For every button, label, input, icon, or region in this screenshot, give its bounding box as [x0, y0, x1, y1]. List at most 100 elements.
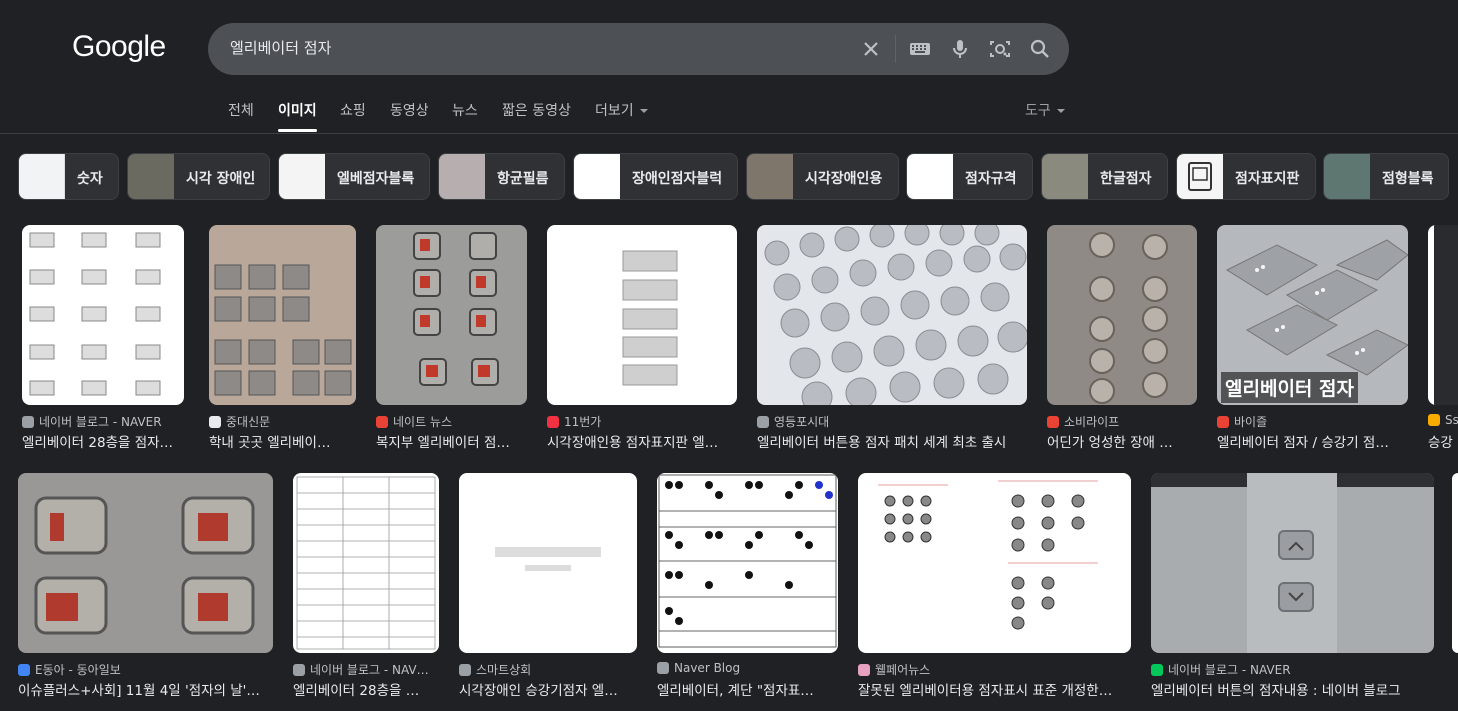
result-title[interactable]: 잘못된 엘리베이터용 점자표시 표준 개정한…: [858, 679, 1131, 699]
image-result[interactable]: 웰페어뉴스 잘못된 엘리베이터용 점자표시 표준 개정한…: [858, 473, 1131, 699]
result-image[interactable]: [376, 225, 527, 405]
result-source[interactable]: 소비라이프: [1047, 413, 1197, 430]
result-image[interactable]: [209, 225, 356, 405]
source-name: 웰페어뉴스: [875, 663, 931, 677]
chip-refine[interactable]: 장애인점자블럭: [573, 153, 738, 200]
chip-refine[interactable]: 점자규격: [906, 153, 1033, 200]
result-title[interactable]: 엘리베이터 점자 / 승강기 점…: [1217, 431, 1408, 451]
chip-refine[interactable]: 점자표지판: [1176, 153, 1316, 200]
image-result[interactable]: E동아 - 동아일보 이슈플러스+사회] 11월 4일 '점자의 날'…: [18, 473, 273, 699]
result-source[interactable]: 네이버 블로그 - NAV…: [293, 661, 439, 678]
result-image[interactable]: [459, 473, 637, 653]
result-image[interactable]: [1047, 225, 1197, 405]
keyboard-icon[interactable]: [908, 37, 932, 61]
source-name: 소비라이프: [1064, 415, 1120, 429]
search-input[interactable]: 엘리베이터 점자: [230, 37, 331, 58]
image-result[interactable]: 네이버 블로그 - NAV… 엘리베이터 28층을 …: [293, 473, 439, 699]
result-title[interactable]: 어딘가 엉성한 장애 …: [1047, 431, 1197, 451]
result-title[interactable]: 엘리베이터 버튼의 점자내용 : 네이버 블로그: [1151, 679, 1434, 699]
site-favicon-icon: [1047, 416, 1059, 428]
result-image[interactable]: [22, 225, 184, 405]
tab-videos[interactable]: 동영상: [390, 100, 429, 120]
image-result[interactable]: Ss 승강: [1428, 225, 1458, 451]
image-result[interactable]: 엘리베이터 점자 바이즐 엘리베이터 점자 / 승강기 점…: [1217, 225, 1408, 451]
chip-refine[interactable]: 숫자: [18, 153, 119, 200]
chip-refine[interactable]: 한글점자: [1041, 153, 1168, 200]
tab-news[interactable]: 뉴스: [452, 100, 478, 120]
search-box[interactable]: 엘리베이터 점자: [208, 23, 1069, 75]
result-image[interactable]: [18, 473, 273, 653]
chip-thumbnail: [574, 154, 620, 199]
result-image[interactable]: [858, 473, 1131, 653]
result-source[interactable]: 중대신문: [209, 413, 356, 430]
site-favicon-icon: [858, 664, 870, 676]
result-source[interactable]: Ss: [1428, 413, 1458, 427]
tab-all[interactable]: 전체: [228, 100, 254, 120]
image-result[interactable]: 네이버 블로그 - NAVER 엘리베이터 버튼의 점자내용 : 네이버 블로그: [1151, 473, 1434, 699]
image-result[interactable]: 중대신문 학내 곳곳 엘리베이…: [209, 225, 356, 451]
image-result[interactable]: 소비라이프 어딘가 엉성한 장애 …: [1047, 225, 1197, 451]
result-image[interactable]: [293, 473, 439, 653]
result-source[interactable]: Naver Blog: [657, 661, 838, 675]
result-title[interactable]: 학내 곳곳 엘리베이…: [209, 431, 356, 451]
search-icon[interactable]: [1028, 37, 1052, 61]
result-source[interactable]: 네이트 뉴스: [376, 413, 527, 430]
site-favicon-icon: [657, 662, 669, 674]
result-image[interactable]: 엘리베이터 점자: [1217, 225, 1408, 405]
result-title[interactable]: 승강: [1428, 431, 1458, 451]
chip-refine[interactable]: 엘베점자블록: [278, 153, 430, 200]
result-source[interactable]: 네이버 블로그 - NAVER: [1151, 661, 1434, 678]
result-source[interactable]: E동아 - 동아일보: [18, 661, 273, 678]
result-source[interactable]: 바이즐: [1217, 413, 1408, 430]
close-icon[interactable]: [859, 37, 883, 61]
chip-thumbnail: [747, 154, 793, 199]
image-result[interactable]: 영등포시대 엘리베이터 버튼용 점자 패치 세계 최초 출시: [757, 225, 1027, 451]
site-favicon-icon: [547, 416, 559, 428]
site-favicon-icon: [1151, 664, 1163, 676]
result-source[interactable]: 웰페어뉴스: [858, 661, 1131, 678]
chip-label: 점자규격: [965, 171, 1017, 187]
result-image[interactable]: [1428, 225, 1458, 405]
chip-refine[interactable]: 점형블록: [1323, 153, 1449, 200]
site-favicon-icon: [293, 664, 305, 676]
result-image[interactable]: [657, 473, 838, 653]
tab-images[interactable]: 이미지: [278, 100, 317, 132]
image-result[interactable]: Naver Blog 엘리베이터, 계단 "점자표…: [657, 473, 838, 699]
source-name: 네이버 블로그 - NAVER: [1168, 663, 1291, 677]
source-name: 네이버 블로그 - NAVER: [39, 415, 162, 429]
result-source[interactable]: 네이버 블로그 - NAVER: [22, 413, 184, 430]
result-title[interactable]: 이슈플러스+사회] 11월 4일 '점자의 날'…: [18, 679, 273, 699]
camera-lens-icon[interactable]: [988, 37, 1012, 61]
result-image[interactable]: [1151, 473, 1434, 653]
source-name: Naver Blog: [674, 661, 741, 675]
result-image[interactable]: [547, 225, 737, 405]
chip-label: 점형블록: [1382, 171, 1434, 187]
result-title[interactable]: 복지부 엘리베이터 점…: [376, 431, 527, 451]
google-logo[interactable]: Google: [72, 30, 166, 64]
tab-short-videos[interactable]: 짧은 동영상: [502, 100, 571, 120]
chip-refine[interactable]: 시각장애인용: [746, 153, 899, 200]
microphone-icon[interactable]: [948, 37, 972, 61]
result-source[interactable]: 영등포시대: [757, 413, 1027, 430]
image-result[interactable]: 11번가 시각장애인용 점자표지판 엘…: [547, 225, 737, 451]
tools-button[interactable]: 도구: [1025, 100, 1065, 120]
tab-more[interactable]: 더보기: [595, 100, 648, 120]
image-result[interactable]: 네이트 뉴스 복지부 엘리베이터 점…: [376, 225, 527, 451]
image-result[interactable]: 스마트상회 시각장애인 승강기점자 엘…: [459, 473, 637, 699]
result-title[interactable]: 엘리베이터 버튼용 점자 패치 세계 최초 출시: [757, 431, 1027, 451]
result-title[interactable]: 엘리베이터, 계단 "점자표…: [657, 679, 838, 699]
result-title[interactable]: 엘리베이터 28층을 점자…: [22, 431, 184, 451]
chip-refine[interactable]: 항균필름: [438, 153, 565, 200]
image-result[interactable]: 네이버 블로그 - NAVER 엘리베이터 28층을 점자…: [22, 225, 184, 451]
result-source[interactable]: 스마트상회: [459, 661, 637, 678]
tab-shopping[interactable]: 쇼핑: [340, 100, 366, 120]
result-title[interactable]: 시각장애인 승강기점자 엘…: [459, 679, 637, 699]
result-image[interactable]: [1452, 473, 1458, 653]
header-divider: [0, 133, 1458, 134]
result-title[interactable]: 엘리베이터 28층을 …: [293, 679, 439, 699]
chip-label: 시각 장애인: [186, 171, 256, 187]
result-title[interactable]: 시각장애인용 점자표지판 엘…: [547, 431, 737, 451]
result-image[interactable]: [757, 225, 1027, 405]
result-source[interactable]: 11번가: [547, 413, 737, 430]
chip-refine[interactable]: 시각 장애인: [127, 153, 270, 200]
